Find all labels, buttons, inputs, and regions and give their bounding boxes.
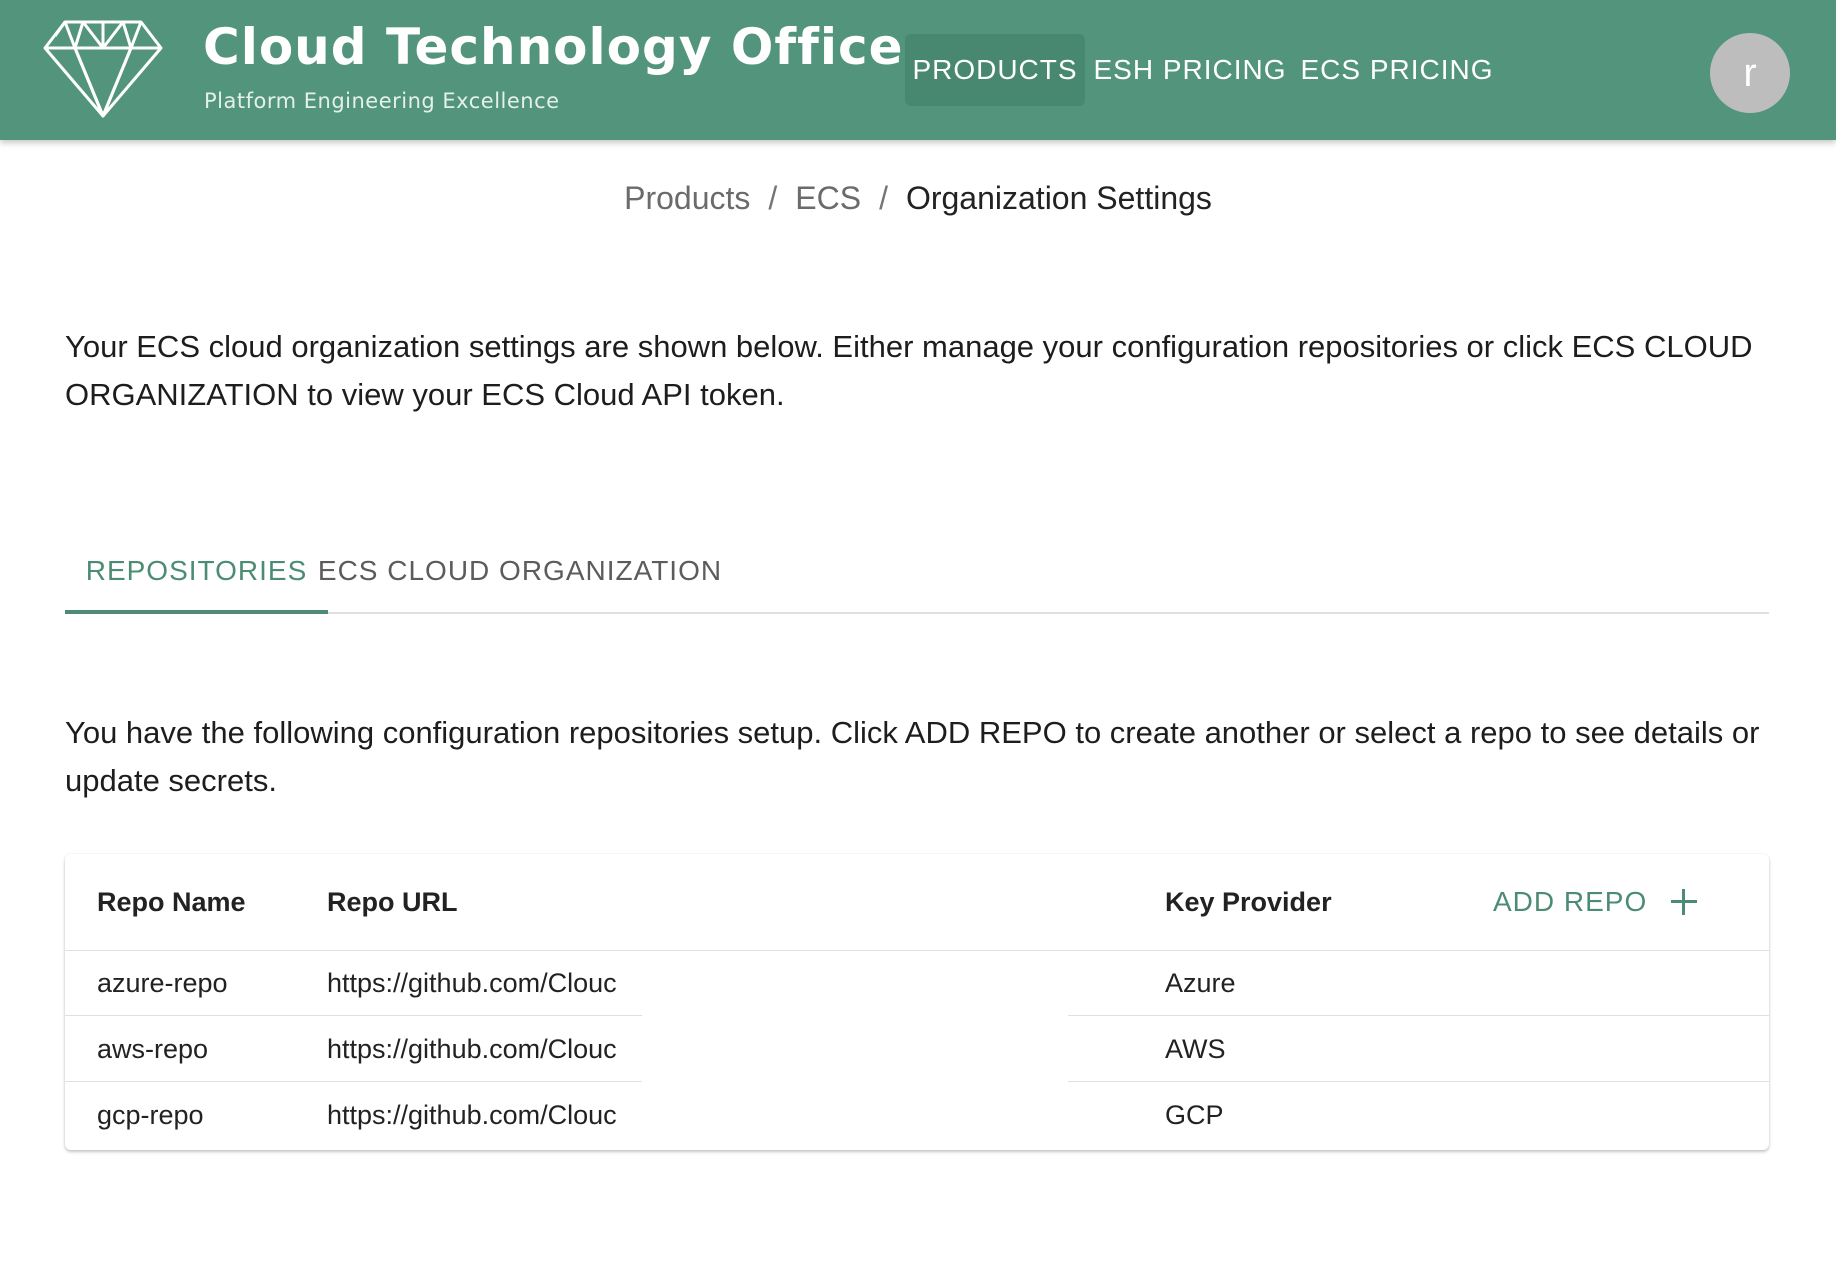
app-subtitle: Platform Engineering Excellence (204, 89, 560, 113)
tab-repositories[interactable]: REPOSITORIES (65, 530, 328, 612)
table-header: Repo Name Repo URL Key Provider ADD REPO (65, 854, 1769, 951)
repositories-table: Repo Name Repo URL Key Provider ADD REPO… (65, 854, 1769, 1150)
key-provider-cell: GCP (1165, 1099, 1224, 1130)
column-header-repo-name: Repo Name (97, 886, 246, 917)
column-header-key-provider: Key Provider (1165, 886, 1332, 917)
table-row[interactable]: aws-repo https://github.com/Clouc AWS (65, 1016, 1769, 1082)
plus-icon (1671, 889, 1698, 915)
nav-ecs-pricing-button[interactable]: ECS PRICING (1300, 34, 1492, 106)
breadcrumb-separator: / (768, 180, 778, 216)
breadcrumb-current: Organization Settings (905, 180, 1212, 216)
key-provider-cell: Azure (1165, 967, 1236, 998)
breadcrumb: Products / ECS / Organization Settings (0, 180, 1836, 217)
user-avatar[interactable]: r (1710, 33, 1790, 113)
intro-text: Your ECS cloud organization settings are… (65, 329, 1753, 412)
diamond-icon[interactable] (43, 20, 163, 118)
tab-ecs-cloud-organization[interactable]: ECS CLOUD ORGANIZATION (318, 530, 721, 612)
breadcrumb-separator: / (879, 180, 888, 216)
nav-esh-pricing-button[interactable]: ESH PRICING (1090, 34, 1290, 106)
key-provider-cell: AWS (1165, 1033, 1226, 1064)
app-bar: Cloud Technology Office Platform Enginee… (0, 0, 1836, 140)
repo-url-cell: https://github.com/Clouc (327, 1033, 617, 1064)
nav-products-button[interactable]: PRODUCTS (905, 34, 1085, 106)
repo-url-cell: https://github.com/Clouc (327, 1099, 617, 1130)
table-row[interactable]: gcp-repo https://github.com/Clouc GCP (65, 1082, 1769, 1148)
repo-name-cell: gcp-repo (97, 1099, 204, 1130)
breadcrumb-products-link[interactable]: Products (624, 180, 750, 216)
table-row[interactable]: azure-repo https://github.com/Clouc Azur… (65, 950, 1769, 1016)
tab-bar: REPOSITORIES ECS CLOUD ORGANIZATION (65, 530, 1769, 614)
breadcrumb-ecs-link[interactable]: ECS (795, 180, 861, 216)
repo-url-cell: https://github.com/Clouc (327, 967, 617, 998)
add-repo-button[interactable]: ADD REPO (1493, 854, 1698, 950)
repo-name-cell: azure-repo (97, 967, 228, 998)
app-title: Cloud Technology Office (203, 18, 904, 76)
column-header-repo-url: Repo URL (327, 886, 458, 917)
active-tab-indicator (65, 610, 328, 614)
repo-name-cell: aws-repo (97, 1033, 209, 1064)
add-repo-label: ADD REPO (1493, 886, 1648, 917)
repositories-description: You have the following configuration rep… (65, 715, 1760, 798)
